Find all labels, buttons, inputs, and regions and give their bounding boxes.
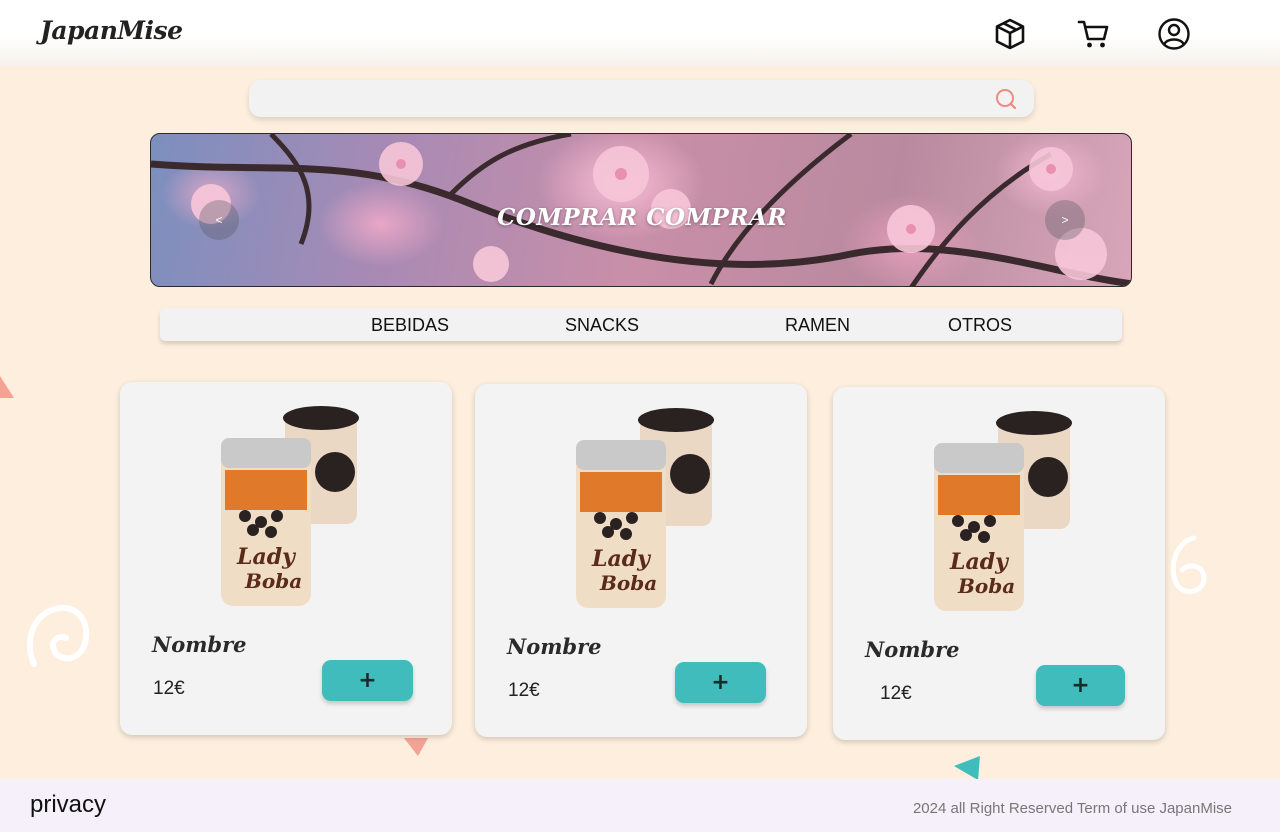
banner-title: COMPRAR COMPRAR [497, 204, 787, 231]
svg-text:Boba: Boba [957, 574, 1015, 598]
product-name: Nombre [865, 637, 960, 662]
box-icon[interactable] [993, 17, 1027, 51]
category-nav: BEBIDAS SNACKS RAMEN OTROS [160, 308, 1122, 341]
product-card[interactable]: Lady Boba Nombre 12€ + [475, 384, 807, 737]
decorative-triangle-shape [954, 756, 980, 780]
copyright-text: 2024 all Right Reserved Term of use Japa… [912, 800, 1232, 817]
svg-text:Lady: Lady [949, 549, 1010, 575]
add-to-cart-button[interactable]: + [322, 660, 413, 701]
category-ramen[interactable]: RAMEN [785, 315, 850, 336]
product-price: 12€ [508, 680, 540, 701]
add-to-cart-button[interactable]: + [675, 662, 766, 703]
product-price: 12€ [153, 678, 185, 699]
search-bar [249, 80, 1034, 117]
search-icon[interactable] [994, 87, 1018, 111]
cart-icon[interactable] [1077, 17, 1111, 51]
product-price: 12€ [880, 683, 912, 704]
product-image: Lady Boba [576, 408, 714, 608]
decorative-swirl-shape [1170, 535, 1207, 595]
product-name: Nombre [152, 632, 247, 657]
product-name: Nombre [507, 634, 602, 659]
add-to-cart-button[interactable]: + [1036, 665, 1125, 706]
product-image: Lady Boba [221, 406, 359, 606]
brand-logo[interactable]: JapanMise [40, 16, 183, 45]
svg-text:Boba: Boba [244, 569, 302, 593]
product-card[interactable]: Lady Boba Nombre 12€ + [120, 382, 452, 735]
category-snacks[interactable]: SNACKS [565, 315, 639, 336]
decorative-swirl-shape [26, 604, 90, 667]
search-input[interactable] [263, 80, 983, 117]
svg-text:Lady: Lady [236, 544, 297, 570]
product-card[interactable]: Lady Boba Nombre 12€ + [833, 387, 1165, 740]
hero-banner-carousel: < > COMPRAR COMPRAR [150, 133, 1132, 287]
decorative-heart-shape [404, 738, 428, 756]
svg-text:Lady: Lady [591, 546, 652, 572]
top-header: JapanMise [0, 0, 1280, 66]
product-image: Lady Boba [934, 411, 1072, 611]
decorative-triangle-shape [0, 376, 14, 398]
category-bebidas[interactable]: BEBIDAS [371, 315, 449, 336]
user-icon[interactable] [1157, 17, 1191, 51]
category-otros[interactable]: OTROS [948, 315, 1012, 336]
page-footer: privacy 2024 all Right Reserved Term of … [0, 779, 1280, 832]
privacy-link[interactable]: privacy [30, 791, 106, 819]
svg-text:Boba: Boba [599, 571, 657, 595]
